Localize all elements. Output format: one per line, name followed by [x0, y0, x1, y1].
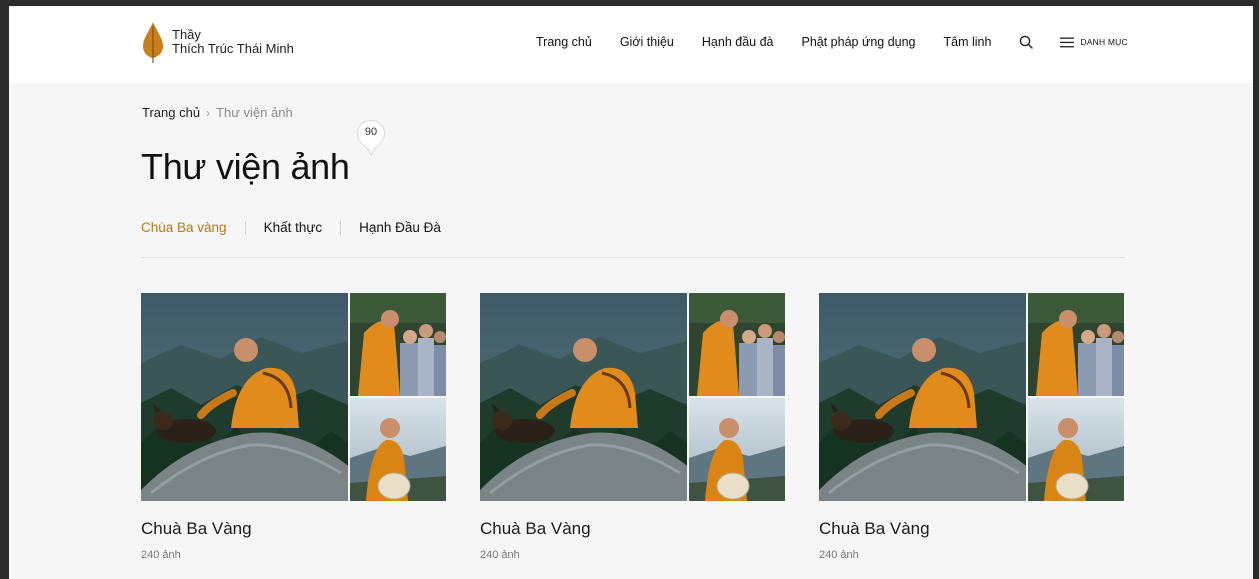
hamburger-icon — [1060, 37, 1075, 47]
nav-item-ascetic[interactable]: Hạnh đầu đà — [702, 35, 774, 49]
album-title[interactable]: Chuà Ba Vàng — [480, 519, 591, 539]
album-thumb-photo[interactable] — [1028, 398, 1124, 501]
tab-chua-ba-vang[interactable]: Chùa Ba vàng — [141, 220, 227, 235]
album-thumb-photo[interactable] — [350, 398, 446, 501]
breadcrumb-home-link[interactable]: Trang chủ — [142, 105, 200, 120]
tab-divider — [244, 220, 246, 235]
album-thumb-photo[interactable] — [1028, 293, 1124, 396]
album-thumb-photo[interactable] — [689, 293, 785, 396]
breadcrumb-current: Thư viện ảnh — [216, 105, 293, 120]
category-menu-button[interactable]: DANH MỤC — [1060, 37, 1128, 48]
album-collage[interactable] — [480, 293, 785, 501]
site-logo[interactable]: Thầy Thích Trúc Thái Minh — [142, 20, 294, 64]
breadcrumb: Trang chủ › Thư viện ảnh — [142, 105, 293, 120]
album-collage[interactable] — [819, 293, 1124, 501]
bodhi-leaf-icon — [143, 22, 163, 63]
search-button[interactable] — [1019, 35, 1034, 49]
nav-item-about[interactable]: Giới thiệu — [620, 35, 674, 49]
album-photo-count: 240 ảnh — [819, 549, 859, 561]
speech-bubble-icon — [356, 119, 386, 157]
page-frame: Thầy Thích Trúc Thái Minh Trang chủ Giới… — [9, 6, 1253, 579]
album-title[interactable]: Chuà Ba Vàng — [819, 519, 930, 539]
nav-item-spirituality[interactable]: Tâm linh — [944, 35, 992, 49]
breadcrumb-chevron-icon: › — [206, 105, 211, 120]
album-tabs: Chùa Ba vàng Khất thực Hạnh Đầu Đà — [141, 220, 441, 235]
logo-line-2: Thích Trúc Thái Minh — [172, 41, 294, 56]
search-icon — [1020, 35, 1034, 49]
album-main-photo[interactable] — [141, 293, 348, 501]
logo-line-1: Thầy — [172, 27, 201, 42]
album-collage[interactable] — [141, 293, 446, 501]
tab-divider — [340, 220, 342, 235]
album-photo-count: 240 ảnh — [480, 549, 520, 561]
album-card[interactable]: Chuà Ba Vàng 240 ảnh — [480, 293, 785, 561]
page-title: Thư viện ảnh — [141, 146, 350, 187]
photo-count-badge: 90 — [356, 119, 386, 162]
album-main-photo[interactable] — [819, 293, 1026, 501]
album-thumb-photo[interactable] — [350, 293, 446, 396]
site-header: Thầy Thích Trúc Thái Minh Trang chủ Giới… — [9, 6, 1253, 83]
tab-hanh-dau-da[interactable]: Hạnh Đầu Đà — [359, 220, 441, 235]
photo-count-value: 90 — [364, 126, 378, 138]
nav-item-home[interactable]: Trang chủ — [536, 35, 592, 49]
album-title[interactable]: Chuà Ba Vàng — [141, 519, 252, 539]
album-card[interactable]: Chuà Ba Vàng 240 ảnh — [819, 293, 1124, 561]
category-menu-label: DANH MỤC — [1080, 37, 1128, 47]
main-nav: Trang chủ Giới thiệu Hạnh đầu đà Phật ph… — [536, 35, 1128, 49]
album-card[interactable]: Chuà Ba Vàng 240 ảnh — [141, 293, 446, 561]
section-divider — [141, 257, 1125, 258]
nav-item-dharma[interactable]: Phật pháp ứng dụng — [801, 35, 915, 49]
album-photo-count: 240 ảnh — [141, 549, 181, 561]
album-thumb-photo[interactable] — [689, 398, 785, 501]
tab-khat-thuc[interactable]: Khất thực — [264, 220, 323, 235]
album-main-photo[interactable] — [480, 293, 687, 501]
